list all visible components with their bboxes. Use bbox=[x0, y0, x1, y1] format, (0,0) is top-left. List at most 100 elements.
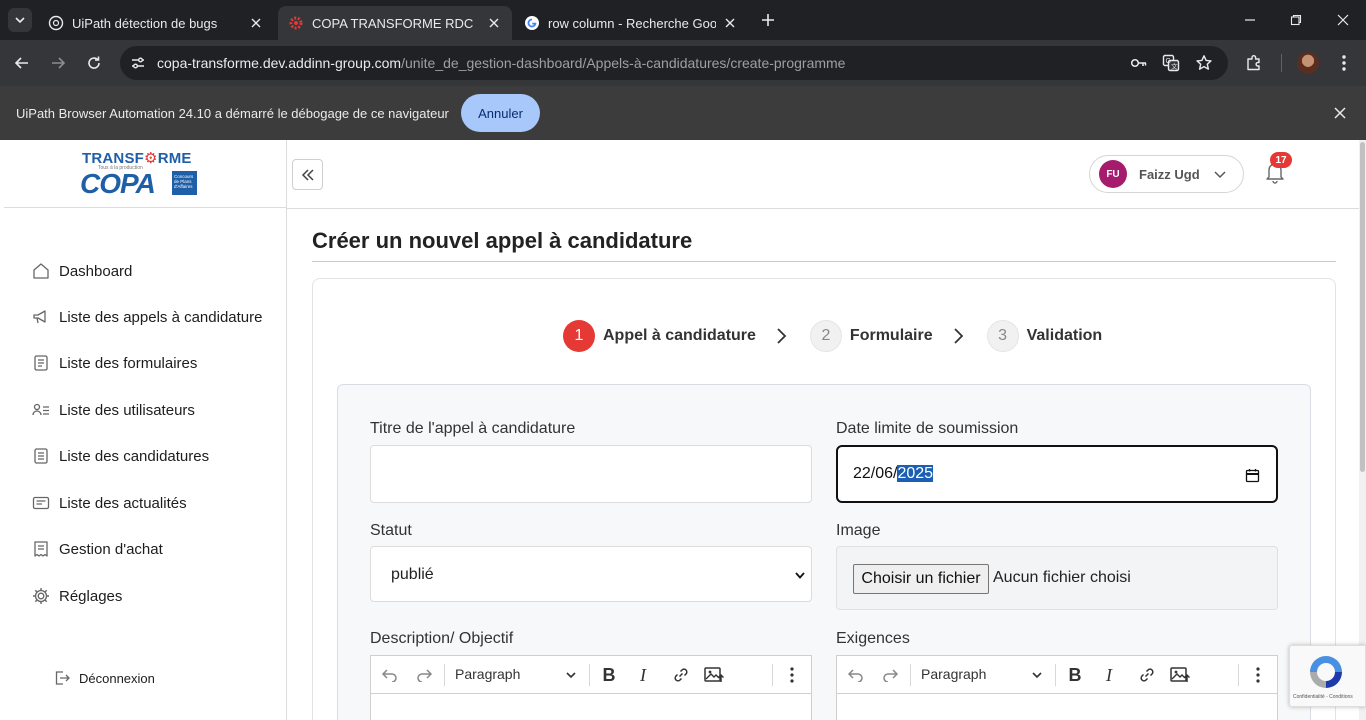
double-chevron-left-icon bbox=[301, 168, 314, 181]
description-editor[interactable]: Paragraph B I bbox=[370, 655, 812, 720]
title-input[interactable] bbox=[370, 445, 812, 503]
page-scrollbar-thumb[interactable] bbox=[1360, 142, 1365, 472]
paragraph-style-dropdown[interactable]: Paragraph bbox=[455, 666, 520, 682]
chevron-down-icon bbox=[15, 17, 25, 24]
step-3-label[interactable]: Validation bbox=[1027, 327, 1103, 345]
close-icon bbox=[1337, 14, 1349, 26]
sidebar-item-dashboard[interactable]: Dashboard bbox=[30, 259, 132, 283]
link-icon[interactable] bbox=[670, 664, 692, 686]
user-menu-button[interactable]: FU Faizz Ugd bbox=[1089, 155, 1244, 193]
restore-window-button[interactable] bbox=[1286, 10, 1306, 30]
close-tab-icon[interactable] bbox=[248, 15, 264, 31]
sidebar-item-actualites[interactable]: Liste des actualités bbox=[30, 491, 187, 515]
sidebar: TRANSF⚙RME Tous à la production COPA Con… bbox=[0, 140, 287, 720]
home-icon bbox=[30, 260, 52, 282]
italic-icon[interactable]: I bbox=[632, 664, 654, 686]
logout-link[interactable]: Déconnexion bbox=[52, 667, 155, 689]
browser-tab-copa[interactable]: COPA TRANSFORME RDC bbox=[278, 6, 512, 40]
sidebar-item-label: Gestion d'achat bbox=[59, 540, 163, 558]
chevron-down-icon bbox=[564, 668, 578, 682]
logout-label: Déconnexion bbox=[79, 670, 155, 686]
choose-file-button[interactable]: Choisir un fichier bbox=[853, 564, 989, 594]
close-tab-icon[interactable] bbox=[722, 15, 738, 31]
browser-tab-google[interactable]: row column - Recherche Google bbox=[514, 6, 748, 40]
undo-icon[interactable] bbox=[379, 664, 401, 686]
minimize-icon bbox=[1245, 19, 1255, 21]
close-infobar-icon[interactable] bbox=[1330, 103, 1350, 123]
address-bar[interactable]: copa-transforme.dev.addinn-group.com/uni… bbox=[120, 46, 1228, 80]
copa-favicon-icon bbox=[288, 15, 304, 31]
more-options-icon[interactable] bbox=[781, 664, 803, 686]
step-2-label[interactable]: Formulaire bbox=[850, 327, 933, 345]
status-field-label: Statut bbox=[370, 522, 412, 539]
sidebar-item-formulaires[interactable]: Liste des formulaires bbox=[30, 351, 197, 375]
form-icon bbox=[30, 352, 52, 374]
italic-icon[interactable]: I bbox=[1098, 664, 1120, 686]
editor-toolbar: Paragraph B I bbox=[837, 656, 1277, 694]
sidebar-item-candidatures[interactable]: Liste des candidatures bbox=[30, 444, 209, 468]
sidebar-item-label: Liste des actualités bbox=[59, 494, 187, 512]
more-options-icon[interactable] bbox=[1247, 664, 1269, 686]
image-file-input: Choisir un fichier Aucun fichier choisi bbox=[836, 546, 1278, 610]
sidebar-item-label: Dashboard bbox=[59, 262, 133, 280]
back-button[interactable] bbox=[10, 51, 34, 75]
users-list-icon bbox=[30, 399, 52, 421]
insert-image-icon[interactable] bbox=[1169, 664, 1191, 686]
password-key-icon[interactable] bbox=[1129, 53, 1149, 73]
arrow-left-icon bbox=[14, 57, 28, 69]
reload-button[interactable] bbox=[82, 51, 106, 75]
collapse-sidebar-button[interactable] bbox=[292, 159, 323, 190]
paragraph-style-dropdown[interactable]: Paragraph bbox=[921, 666, 986, 682]
new-tab-button[interactable] bbox=[758, 10, 778, 30]
url-path: /unite_de_gestion-dashboard/Appels-à-can… bbox=[401, 55, 846, 71]
step-2-number[interactable]: 2 bbox=[809, 320, 842, 352]
toolbar-divider bbox=[772, 664, 773, 686]
chevron-down-icon bbox=[793, 568, 807, 582]
step-1-label[interactable]: Appel à candidature bbox=[603, 327, 756, 345]
reload-icon bbox=[88, 56, 100, 69]
sidebar-item-achat[interactable]: Gestion d'achat bbox=[30, 537, 163, 561]
sidebar-item-utilisateurs[interactable]: Liste des utilisateurs bbox=[30, 398, 195, 422]
forward-button[interactable] bbox=[46, 51, 70, 75]
browser-tab-uipath[interactable]: UiPath détection de bugs bbox=[38, 6, 274, 40]
bold-icon[interactable]: B bbox=[598, 664, 620, 686]
minimize-window-button[interactable] bbox=[1240, 10, 1260, 30]
brand-logo[interactable]: TRANSF⚙RME Tous à la production COPA Con… bbox=[4, 140, 286, 208]
tab-search-button[interactable] bbox=[8, 8, 32, 32]
extensions-puzzle-icon[interactable] bbox=[1243, 52, 1265, 74]
file-status-text: Aucun fichier choisi bbox=[993, 569, 1131, 586]
sidebar-item-label: Réglages bbox=[59, 587, 123, 605]
status-select[interactable]: publié bbox=[370, 546, 812, 602]
translate-icon[interactable]: G文 bbox=[1161, 53, 1181, 73]
gear-icon bbox=[30, 585, 52, 607]
recaptcha-icon bbox=[1310, 656, 1342, 688]
bookmark-star-icon[interactable] bbox=[1194, 53, 1214, 73]
step-1-number[interactable]: 1 bbox=[563, 320, 595, 352]
profile-avatar[interactable] bbox=[1297, 52, 1319, 74]
recaptcha-badge[interactable]: Confidentialité - Conditions bbox=[1289, 645, 1366, 707]
site-settings-icon[interactable] bbox=[128, 53, 148, 73]
bold-icon[interactable]: B bbox=[1064, 664, 1086, 686]
notification-count-badge: 17 bbox=[1270, 152, 1292, 168]
deadline-date-input[interactable]: 22/06/2025 bbox=[836, 445, 1278, 503]
undo-icon[interactable] bbox=[845, 664, 867, 686]
browser-menu-icon[interactable] bbox=[1333, 52, 1355, 74]
avatar: FU bbox=[1099, 160, 1127, 188]
recaptcha-footer[interactable]: Confidentialité - Conditions bbox=[1293, 694, 1353, 700]
redo-icon[interactable] bbox=[413, 664, 435, 686]
logo-copa-text: COPA bbox=[80, 168, 156, 199]
cancel-debugging-button[interactable]: Annuler bbox=[461, 94, 540, 132]
insert-image-icon[interactable] bbox=[703, 664, 725, 686]
url-host: copa-transforme.dev.addinn-group.com bbox=[157, 55, 402, 71]
sidebar-item-reglages[interactable]: Réglages bbox=[30, 584, 122, 608]
calendar-icon[interactable] bbox=[1244, 467, 1260, 483]
step-3-number[interactable]: 3 bbox=[986, 320, 1019, 352]
redo-icon[interactable] bbox=[879, 664, 901, 686]
logout-icon bbox=[52, 668, 72, 688]
close-window-button[interactable] bbox=[1333, 10, 1353, 30]
close-tab-icon[interactable] bbox=[486, 15, 502, 31]
requirements-editor[interactable]: Paragraph B I bbox=[836, 655, 1278, 720]
sidebar-item-appels[interactable]: Liste des appels à candidature bbox=[30, 305, 262, 329]
title-divider bbox=[312, 261, 1336, 262]
link-icon[interactable] bbox=[1136, 664, 1158, 686]
